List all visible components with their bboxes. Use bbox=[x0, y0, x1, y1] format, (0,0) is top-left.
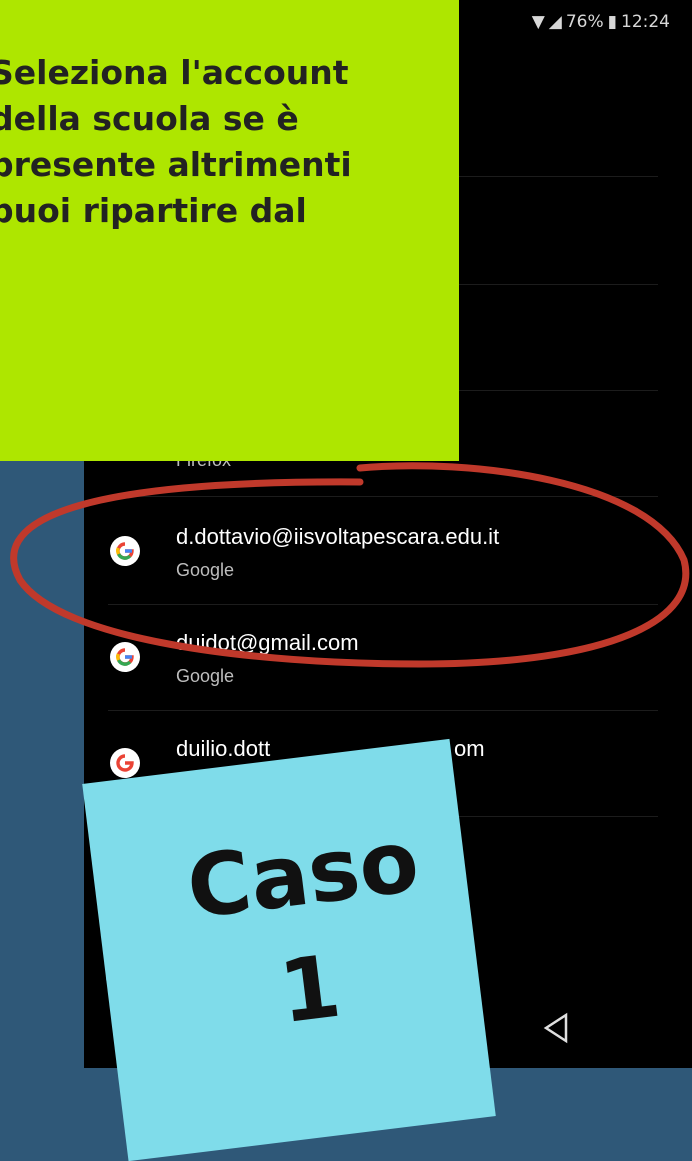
battery-icon: ▮ bbox=[607, 12, 617, 32]
instruction-line: puoi ripartire dal bbox=[0, 191, 307, 230]
clock: 12:24 bbox=[621, 12, 670, 32]
account-email-end: om bbox=[454, 736, 485, 761]
account-provider: Google bbox=[176, 666, 235, 686]
google-icon bbox=[110, 536, 140, 566]
google-icon bbox=[110, 642, 140, 672]
account-provider: Google bbox=[176, 560, 235, 580]
instruction-line: della scuola se è bbox=[0, 99, 299, 138]
account-email: duilio.dott bbox=[176, 736, 271, 761]
instruction-panel: Seleziona l'account della scuola se è pr… bbox=[0, 0, 459, 461]
google-icon bbox=[110, 748, 140, 778]
instruction-line: Seleziona l'account bbox=[0, 53, 349, 92]
case-number: 1 bbox=[274, 936, 346, 1044]
account-email: d.dottavio@iisvoltapescara.edu.it bbox=[176, 524, 500, 549]
divider bbox=[108, 496, 658, 497]
account-row-school[interactable]: d.dottavio@iisvoltapescara.edu.it Google bbox=[84, 500, 692, 604]
divider bbox=[108, 710, 658, 711]
status-bar: ▼ ◢ 76% ▮ 12:24 bbox=[532, 10, 670, 34]
account-email: duidot@gmail.com bbox=[176, 630, 359, 655]
signal-icon: ◢ bbox=[548, 12, 562, 32]
instruction-line: presente altrimenti bbox=[0, 145, 352, 184]
instruction-text: Seleziona l'account della scuola se è pr… bbox=[0, 50, 459, 234]
battery-percent: 76% bbox=[565, 12, 604, 32]
divider bbox=[108, 604, 658, 605]
account-row-gmail[interactable]: duidot@gmail.com Google bbox=[84, 606, 692, 710]
back-triangle-icon[interactable] bbox=[542, 1012, 570, 1044]
wifi-icon: ▼ bbox=[531, 12, 545, 32]
